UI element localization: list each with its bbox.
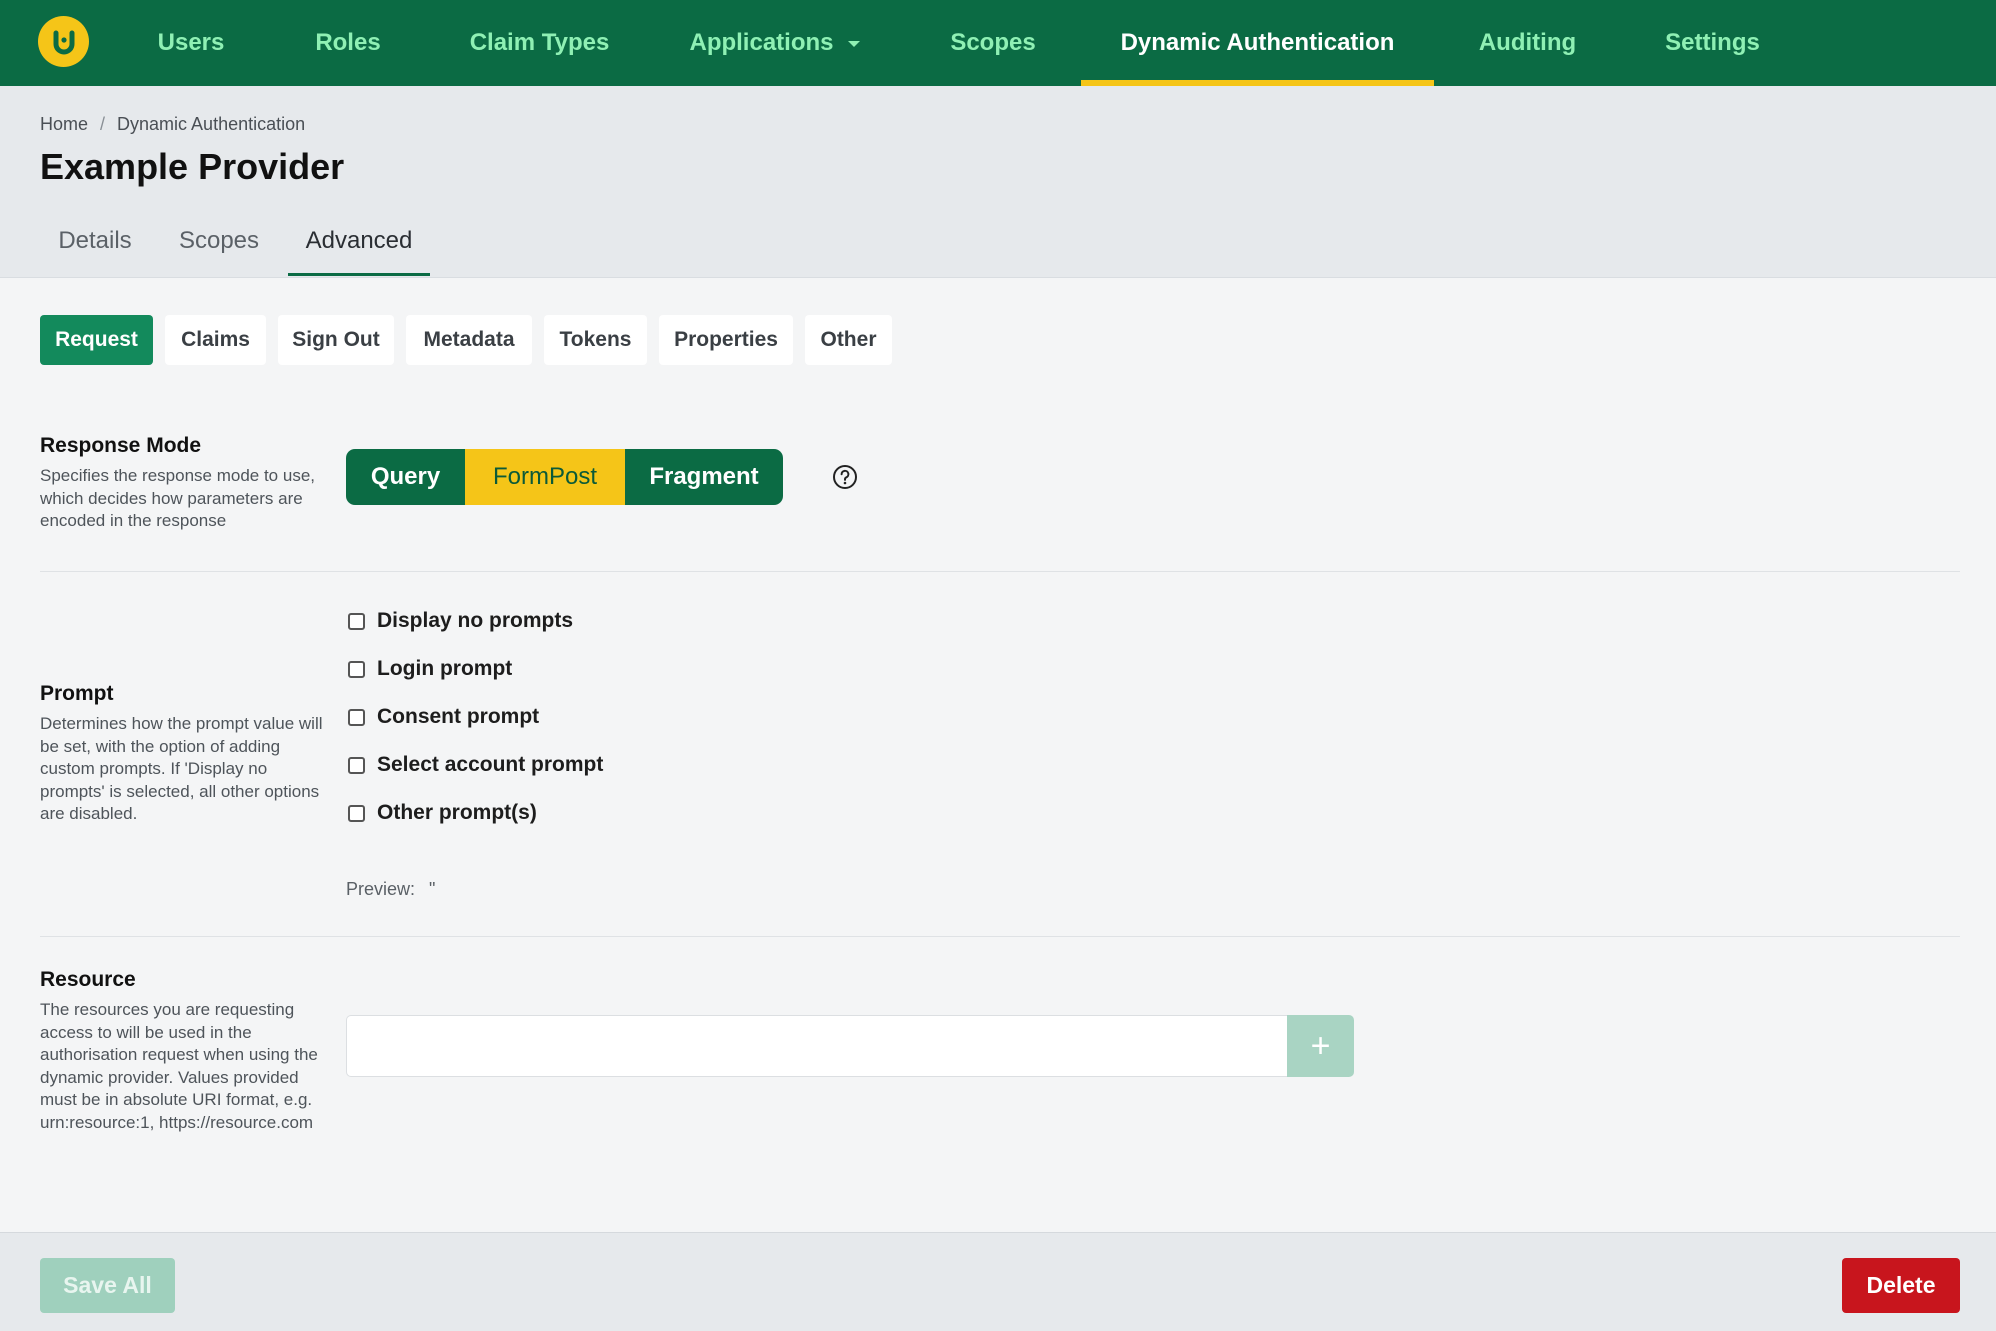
resource-description: The resources you are requesting access …: [40, 1000, 318, 1132]
checkbox[interactable]: [348, 612, 365, 630]
resource-input[interactable]: [346, 1015, 1287, 1077]
nav-item-settings[interactable]: Settings: [1655, 0, 1770, 86]
chevron-down-icon: [847, 41, 860, 47]
response-mode-title: Response Mode: [40, 434, 202, 457]
breadcrumb-current[interactable]: Dynamic Authentication: [117, 114, 305, 135]
delete-button[interactable]: Delete: [1842, 1258, 1960, 1313]
checkbox[interactable]: [348, 756, 365, 774]
checkbox-label: Login prompt: [377, 657, 513, 680]
response-mode-fragment-button[interactable]: Fragment: [625, 449, 783, 505]
nav-item-scopes[interactable]: Scopes: [940, 0, 1046, 86]
prompt-option-other[interactable]: Other prompt(s): [348, 798, 537, 828]
prompt-preview: Preview: ": [346, 879, 435, 900]
tab-details[interactable]: Details: [40, 206, 150, 276]
checkbox-label: Consent prompt: [377, 705, 540, 728]
nav-item-auditing[interactable]: Auditing: [1470, 0, 1585, 86]
subtab-claims[interactable]: Claims: [165, 315, 266, 365]
subtab-tokens[interactable]: Tokens: [544, 315, 647, 365]
prompt-option-display-no-prompts[interactable]: Display no prompts: [348, 606, 573, 636]
nav-item-claim-types[interactable]: Claim Types: [462, 0, 617, 86]
response-mode-formpost-button[interactable]: FormPost: [465, 449, 625, 505]
nav-item-users[interactable]: Users: [148, 0, 234, 86]
page-title: Example Provider: [40, 146, 345, 187]
tab-scopes[interactable]: Scopes: [160, 206, 278, 276]
section-divider: [40, 936, 1960, 937]
nav-item-dynamic-authentication[interactable]: Dynamic Authentication: [1081, 0, 1434, 86]
footer-bar: Save All Delete: [0, 1232, 1996, 1331]
prompt-option-select-account[interactable]: Select account prompt: [348, 750, 603, 780]
section-divider: [40, 571, 1960, 572]
page-header: Home / Dynamic Authentication Example Pr…: [0, 86, 1996, 278]
prompt-title: Prompt: [40, 682, 114, 705]
logo-u-icon: [53, 30, 74, 54]
subtab-request[interactable]: Request: [40, 315, 153, 365]
top-navigation: Users Roles Claim Types Applications Sco…: [0, 0, 1996, 86]
resource-title: Resource: [40, 968, 136, 991]
prompt-option-consent[interactable]: Consent prompt: [348, 702, 539, 732]
checkbox-label: Display no prompts: [377, 609, 574, 632]
app-logo[interactable]: [38, 16, 89, 67]
checkbox-label: Other prompt(s): [377, 801, 537, 824]
checkbox-label: Select account prompt: [377, 753, 604, 776]
question-circle-icon[interactable]: [832, 464, 858, 490]
tab-advanced[interactable]: Advanced: [288, 206, 430, 276]
subtab-sign-out[interactable]: Sign Out: [278, 315, 394, 365]
subtab-other[interactable]: Other: [805, 315, 892, 365]
breadcrumb-home-link[interactable]: Home: [40, 114, 88, 135]
nav-item-applications[interactable]: Applications: [687, 0, 862, 86]
checkbox[interactable]: [348, 660, 365, 678]
response-mode-toggle: Query FormPost Fragment: [346, 449, 783, 505]
response-mode-query-button[interactable]: Query: [346, 449, 465, 505]
prompt-description: Determines how the prompt value will be …: [40, 714, 323, 823]
subtab-properties[interactable]: Properties: [659, 315, 793, 365]
add-resource-button[interactable]: +: [1287, 1015, 1354, 1077]
preview-label: Preview:: [346, 879, 416, 899]
nav-item-roles[interactable]: Roles: [304, 0, 392, 86]
prompt-option-login[interactable]: Login prompt: [348, 654, 512, 684]
breadcrumb: Home / Dynamic Authentication: [40, 114, 305, 135]
checkbox[interactable]: [348, 708, 365, 726]
response-mode-description: Specifies the response mode to use, whic…: [40, 466, 315, 530]
subtab-metadata[interactable]: Metadata: [406, 315, 532, 365]
save-all-button[interactable]: Save All: [40, 1258, 175, 1313]
checkbox[interactable]: [348, 804, 365, 822]
breadcrumb-separator: /: [100, 114, 106, 134]
plus-icon: +: [1310, 1026, 1331, 1065]
preview-value: ": [429, 879, 436, 899]
